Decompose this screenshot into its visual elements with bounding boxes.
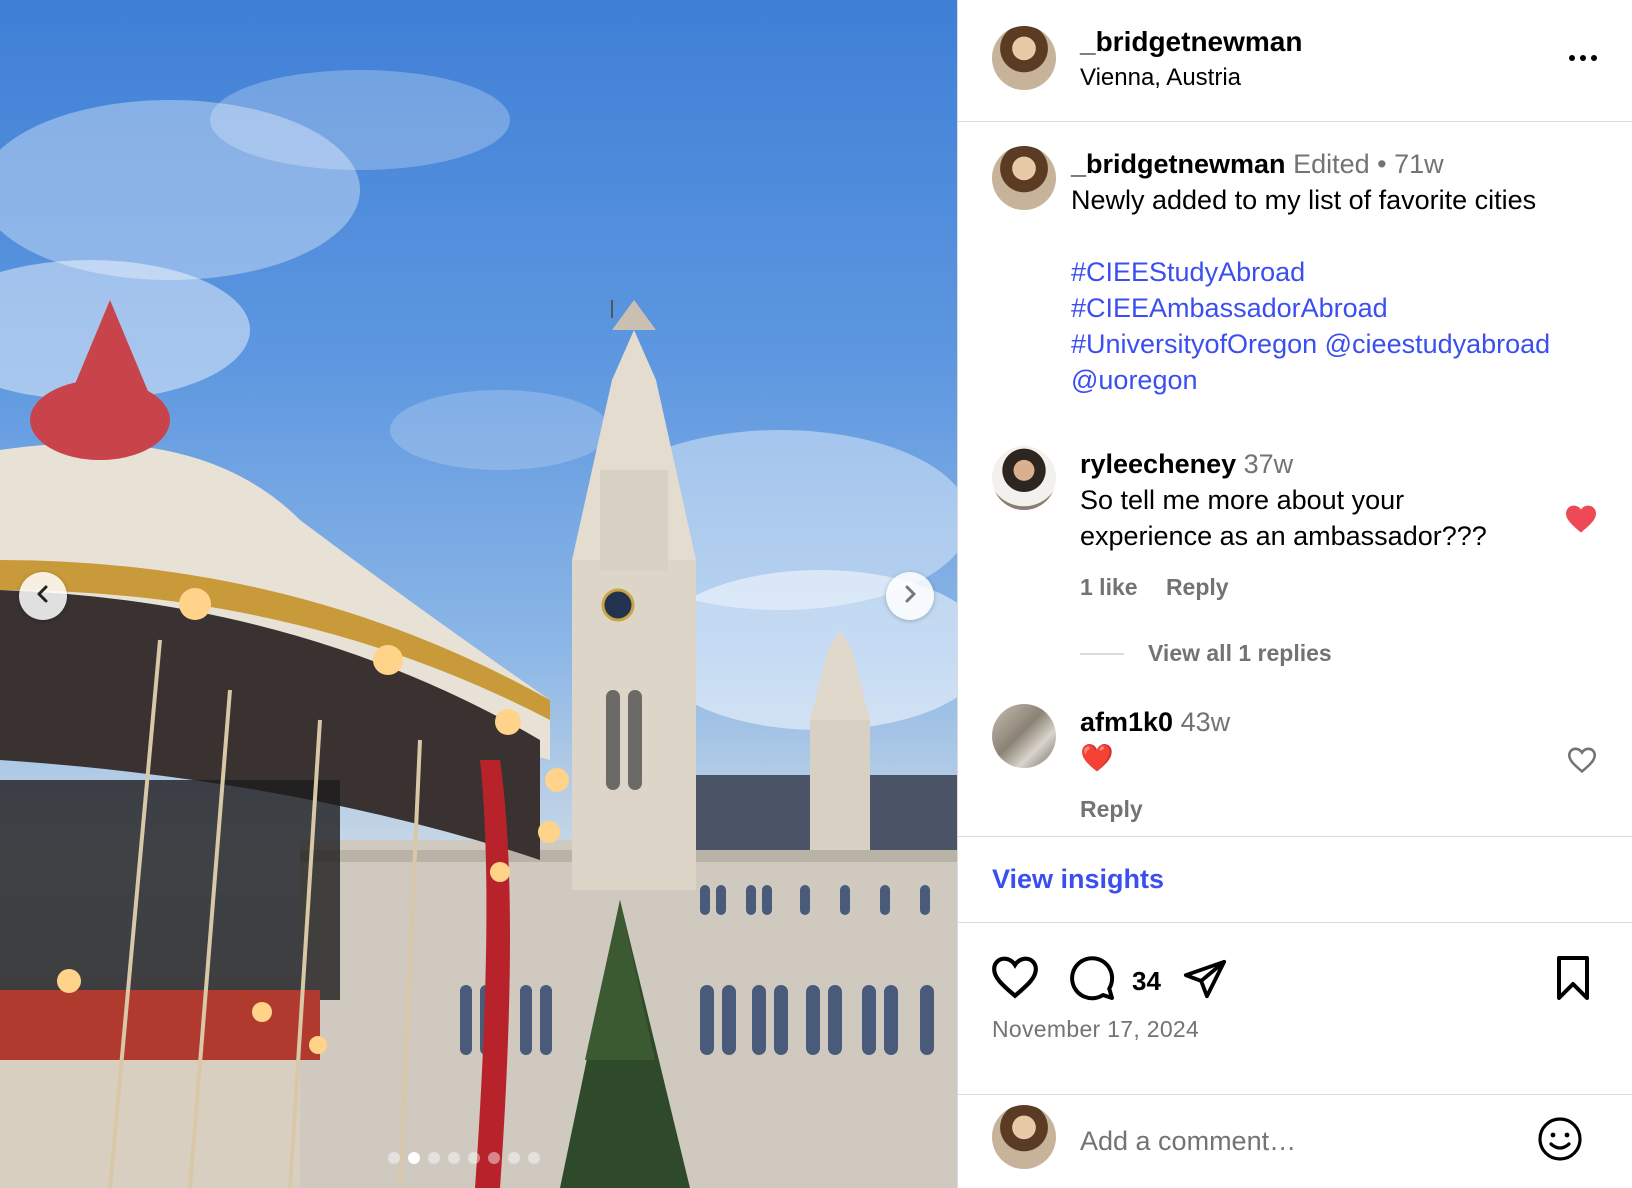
carousel-dot bbox=[528, 1152, 540, 1164]
more-dot bbox=[1580, 55, 1586, 61]
more-dot bbox=[1569, 55, 1575, 61]
carousel-dot bbox=[468, 1152, 480, 1164]
chevron-right-icon bbox=[900, 584, 920, 609]
section-divider bbox=[958, 922, 1632, 923]
add-comment-bar bbox=[958, 1094, 1632, 1188]
post-location[interactable]: Vienna, Austria bbox=[1080, 64, 1241, 92]
more-dot bbox=[1591, 55, 1597, 61]
action-bar: 34 bbox=[958, 950, 1632, 1020]
photo-scene bbox=[0, 70, 957, 1188]
post-date[interactable]: November 17, 2024 bbox=[992, 1016, 1199, 1043]
author-avatar[interactable] bbox=[992, 26, 1056, 90]
post-photo[interactable] bbox=[0, 0, 957, 1188]
bookmark-icon[interactable] bbox=[1552, 954, 1594, 1007]
carousel-dot bbox=[508, 1152, 520, 1164]
caption-text: Newly added to my list of favorite citie… bbox=[1071, 185, 1537, 215]
share-icon[interactable] bbox=[1182, 956, 1228, 1007]
hashtag-link[interactable]: #UniversityofOregon bbox=[1071, 329, 1317, 359]
like-comment-heart-icon[interactable] bbox=[1566, 746, 1598, 779]
emoji-icon[interactable] bbox=[1536, 1115, 1584, 1168]
mention-link[interactable]: @uoregon bbox=[1071, 362, 1611, 398]
comment-like-count[interactable]: 1 like bbox=[1080, 574, 1138, 600]
replies-divider bbox=[1080, 653, 1124, 655]
carousel-dot bbox=[388, 1152, 400, 1164]
commenter-avatar[interactable] bbox=[992, 704, 1056, 768]
comment-age[interactable]: 43w bbox=[1181, 707, 1231, 737]
comment-text-line: experience as an ambassador??? bbox=[1080, 521, 1487, 551]
carousel-dot-active bbox=[408, 1152, 420, 1164]
hashtag-link[interactable]: #CIEEStudyAbroad bbox=[1071, 254, 1611, 290]
comment-text: ❤️ bbox=[1080, 743, 1114, 773]
comment-text-line: So tell me more about your bbox=[1080, 485, 1405, 515]
post-details-panel: _bridgetnewman Vienna, Austria _bridgetn… bbox=[957, 0, 1632, 1188]
previous-slide-button[interactable] bbox=[19, 572, 67, 620]
carousel-indicator bbox=[388, 1152, 540, 1164]
chevron-left-icon bbox=[33, 584, 53, 609]
view-replies-button[interactable]: View all 1 replies bbox=[1148, 640, 1332, 667]
current-user-avatar bbox=[992, 1105, 1056, 1169]
caption-author-username[interactable]: _bridgetnewman bbox=[1071, 149, 1286, 179]
commenter-username[interactable]: ryleecheney bbox=[1080, 449, 1236, 479]
comment-count[interactable]: 34 bbox=[1132, 966, 1161, 997]
reply-button[interactable]: Reply bbox=[1166, 574, 1229, 600]
comment-icon[interactable] bbox=[1068, 954, 1116, 1007]
heart-icon[interactable] bbox=[990, 954, 1040, 1005]
view-insights-link[interactable]: View insights bbox=[992, 864, 1164, 895]
post-age[interactable]: 71w bbox=[1394, 149, 1444, 179]
author-username[interactable]: _bridgetnewman bbox=[1080, 26, 1302, 58]
liked-heart-icon[interactable] bbox=[1564, 504, 1598, 539]
post-caption: _bridgetnewman Edited • 71w Newly added … bbox=[1071, 146, 1611, 398]
carousel-dot bbox=[428, 1152, 440, 1164]
commenter-username[interactable]: afm1k0 bbox=[1080, 707, 1173, 737]
section-divider bbox=[958, 836, 1632, 837]
comment-age[interactable]: 37w bbox=[1244, 449, 1294, 479]
next-slide-button[interactable] bbox=[886, 572, 934, 620]
more-options-button[interactable] bbox=[1558, 40, 1608, 76]
comment-input[interactable] bbox=[1080, 1119, 1500, 1163]
carousel-dot bbox=[448, 1152, 460, 1164]
mention-link[interactable]: @cieestudyabroad bbox=[1325, 329, 1551, 359]
commenter-avatar[interactable] bbox=[992, 446, 1056, 510]
carousel-dot bbox=[488, 1152, 500, 1164]
meta-separator: • bbox=[1377, 149, 1387, 179]
caption-author-avatar[interactable] bbox=[992, 146, 1056, 210]
hashtag-link[interactable]: #CIEEAmbassadorAbroad bbox=[1071, 290, 1611, 326]
reply-button[interactable]: Reply bbox=[1080, 796, 1143, 823]
edited-label: Edited bbox=[1293, 149, 1370, 179]
post-header: _bridgetnewman Vienna, Austria bbox=[958, 0, 1632, 122]
